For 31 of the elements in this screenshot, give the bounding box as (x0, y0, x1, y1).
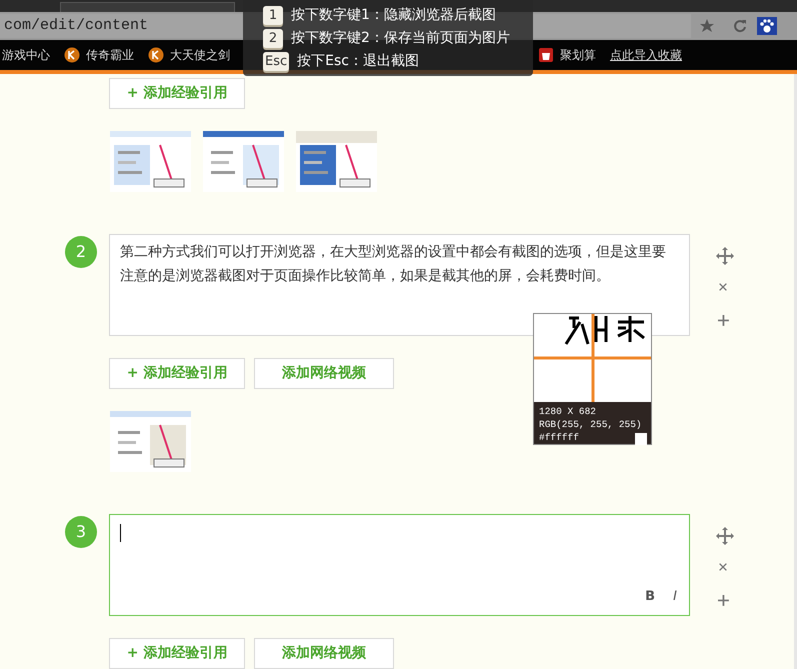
text-editor[interactable]: B I (109, 514, 690, 616)
key-cap: 2 (263, 29, 283, 48)
bookmark-link[interactable]: 聚划算 (560, 46, 596, 64)
text-editor[interactable]: 第二种方式我们可以打开浏览器，在大型浏览器的设置中都会有截图的选项，但是这里要注意的是浏览器截图对于页面操作比较简单，如果是截其他的屏，会耗费时间。 (109, 234, 690, 336)
round-icon (64, 47, 80, 63)
text-cursor (120, 524, 121, 542)
hex-value: #ffffff (539, 431, 580, 444)
italic-button[interactable]: I (673, 585, 677, 609)
bookmark-link[interactable]: 游戏中心 (2, 46, 50, 64)
star-icon[interactable] (699, 18, 715, 34)
key-cap: Esc (263, 52, 290, 71)
round-icon (148, 47, 164, 63)
paw-icon[interactable] (757, 17, 777, 35)
address-field[interactable]: com/edit/content (0, 14, 240, 38)
tip-text: 按下数字键2：保存当前页面为图片 (291, 29, 510, 48)
step-number: 3 (65, 516, 97, 548)
step-text: 第二种方式我们可以打开浏览器，在大型浏览器的设置中都会有截图的选项，但是这里要注意的是浏览器截图对于页面操作比较简单，如果是截其他的屏，会耗费时间。 (120, 243, 667, 286)
step-number: 2 (65, 236, 97, 268)
bag-icon (538, 47, 554, 63)
refresh-icon[interactable] (733, 19, 747, 33)
bookmark-link[interactable]: 大天使之剑 (170, 46, 230, 64)
move-icon[interactable] (716, 527, 734, 545)
import-link[interactable]: 点此导入收藏 (610, 46, 682, 64)
pixel-size: 1280 X 682 (539, 405, 598, 418)
bold-button[interactable]: B (645, 585, 655, 609)
tip-text: 按下Esc：退出截图 (297, 52, 419, 71)
move-icon[interactable] (716, 247, 734, 265)
key-cap: 1 (263, 6, 283, 25)
rgb-value: RGB(255, 255, 255) (539, 418, 643, 431)
tip-text: 按下数字键1：隐藏浏览器后截图 (291, 6, 496, 25)
bookmark-link[interactable]: 传奇霸业 (86, 46, 134, 64)
